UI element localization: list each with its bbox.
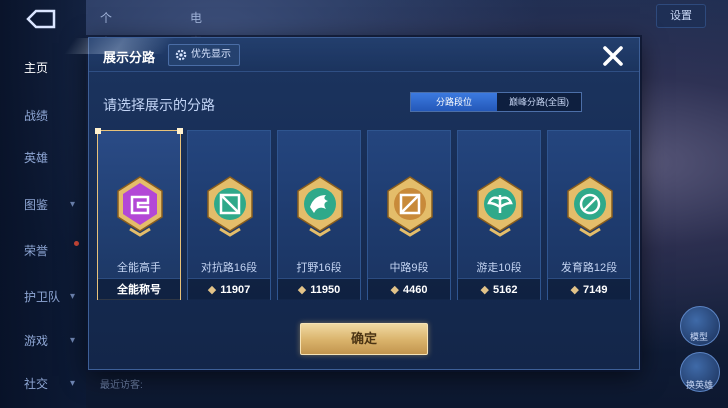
sidebar-item-social[interactable]: 社交 ▾ [0, 372, 86, 396]
tab-esports[interactable]: 电竞号 [190, 6, 202, 73]
jungle-emblem-icon [297, 176, 343, 237]
dialog-header: 展示分路 优先显示 [89, 38, 639, 72]
close-icon[interactable] [599, 42, 627, 70]
lane-card-farm[interactable]: 发育路12段 ◆ 7149 [547, 130, 631, 300]
tab-peak-lane-national[interactable]: 巅峰分路(全国) [497, 93, 581, 111]
selection-corner [177, 128, 183, 134]
dialog-title: 展示分路 [103, 50, 156, 65]
lane-name: 游走10段 [476, 262, 522, 274]
lane-card-roam[interactable]: 游走10段 ◆ 5162 [457, 130, 541, 300]
lane-stat: ◆ 4460 [368, 278, 450, 300]
settings-button[interactable]: 设置 [656, 4, 706, 28]
chevron-down-icon: ▾ [70, 335, 76, 346]
clash-lane-emblem-icon [207, 176, 253, 237]
points-icon: ◆ [207, 284, 217, 296]
gear-icon [175, 49, 187, 61]
sidebar-item-record[interactable]: 战绩 [0, 104, 86, 128]
tab-profile[interactable]: 个人主页 [100, 6, 112, 97]
sidebar-item-heroes[interactable]: 英雄 [0, 146, 86, 170]
priority-display-label: 优先显示 [191, 49, 231, 60]
model-label: 模型 [690, 332, 709, 342]
sidebar-item-honor[interactable]: 荣誉 [0, 239, 86, 263]
sidebar: 主页 战绩 英雄 图鉴 ▾ 荣誉 护卫队 ▾ 游戏 ▾ 社交 ▾ [0, 0, 86, 408]
lane-name: 发育路12段 [560, 262, 618, 274]
points-icon: ◆ [297, 284, 307, 296]
chevron-down-icon: ▾ [70, 199, 76, 210]
points-icon: ◆ [390, 284, 399, 296]
lane-stat: ◆ 5162 [458, 278, 540, 300]
points-icon: ◆ [570, 284, 579, 296]
confirm-button[interactable]: 确定 [300, 323, 428, 355]
all-round-emblem-icon [117, 176, 163, 237]
priority-display-button[interactable]: 优先显示 [168, 44, 240, 66]
roam-emblem-icon [477, 176, 523, 237]
lane-stat: ◆ 11907 [188, 278, 270, 300]
lane-name: 对抗路16段 [200, 262, 258, 274]
tab-lane-rank[interactable]: 分路段位 [411, 93, 497, 111]
lane-name: 全能高手 [117, 262, 161, 274]
dialog-subtitle: 请选择展示的分路 [103, 97, 215, 113]
change-hero-label: 换英雄 [686, 380, 714, 390]
lane-name: 打野16段 [296, 262, 342, 274]
points-icon: ◆ [480, 284, 489, 296]
chevron-down-icon: ▾ [70, 291, 76, 302]
display-lane-dialog: 展示分路 优先显示 请选择展示的分路 分路段位 巅峰分路(全国) 全能高手 全能… [88, 37, 640, 370]
lane-stat: ◆ 7149 [548, 278, 630, 300]
recent-visitors-label: 最近访客: [100, 380, 143, 391]
mid-lane-emblem-icon [387, 176, 433, 237]
lane-card-mid[interactable]: 中路9段 ◆ 4460 [367, 130, 451, 300]
sidebar-item-codex[interactable]: 图鉴 ▾ [0, 193, 86, 217]
sidebar-item-home[interactable]: 主页 [0, 56, 86, 80]
sidebar-item-guard[interactable]: 护卫队 ▾ [0, 285, 86, 309]
sidebar-item-games[interactable]: 游戏 ▾ [0, 329, 86, 353]
lane-stat: ◆ 11950 [278, 278, 360, 300]
lane-card-clash[interactable]: 对抗路16段 ◆ 11907 [187, 130, 271, 300]
lane-card-jungle[interactable]: 打野16段 ◆ 11950 [277, 130, 361, 300]
chevron-down-icon: ▾ [70, 378, 76, 389]
selection-corner [95, 128, 101, 134]
notification-dot-icon [74, 241, 79, 246]
lane-stat: 全能称号 [98, 278, 180, 300]
farm-lane-emblem-icon [567, 176, 613, 237]
back-icon[interactable] [24, 6, 58, 32]
lane-cards: 全能高手 全能称号 对抗路16段 ◆ 11907 打野16段 ◆ 11950 中… [95, 128, 633, 302]
lane-name: 中路9段 [389, 262, 429, 274]
lane-card-all-round[interactable]: 全能高手 全能称号 [95, 128, 183, 300]
lane-type-toggle: 分路段位 巅峰分路(全国) [410, 92, 582, 112]
